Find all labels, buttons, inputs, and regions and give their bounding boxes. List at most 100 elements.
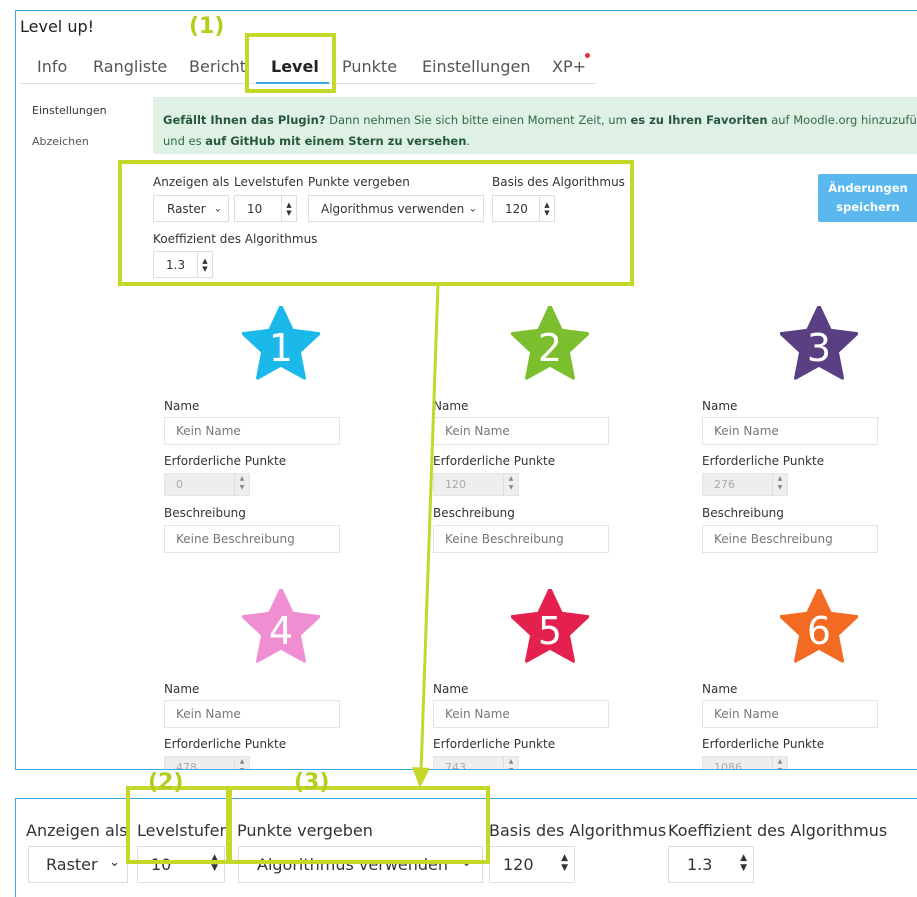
level-desc-input[interactable]: Keine Beschreibung <box>164 525 340 553</box>
stepper-arrows-icon[interactable]: ▲ ▼ <box>740 853 747 873</box>
level-desc-label: Beschreibung <box>702 506 784 520</box>
banner-bold-1: Gefällt Ihnen das Plugin? <box>163 113 326 127</box>
favorite-banner: Gefällt Ihnen das Plugin? Dann nehmen Si… <box>153 97 917 154</box>
level-points-label: Erforderliche Punkte <box>433 737 556 751</box>
zoom-algorithm-coef-stepper[interactable]: 1.3 ▲ ▼ <box>668 846 754 883</box>
level-points-value: 120 <box>445 478 466 491</box>
zoom-display-as-label: Anzeigen als <box>26 821 128 840</box>
zoom-algorithm-coef-label: Koeffizient des Algorithmus <box>668 821 888 840</box>
plugin-screenshot: Level up! Info Rangliste Bericht Level P… <box>15 10 917 770</box>
save-button-line1: Änderungen <box>828 181 908 195</box>
zoom-algorithm-base-value: 120 <box>503 855 534 874</box>
level-card: 6 Name Kein Name Erforderliche Punkte 10… <box>702 589 882 770</box>
tab-einstellungen[interactable]: Einstellungen <box>422 57 530 76</box>
level-name-label: Name <box>164 682 200 696</box>
level-points-value: 276 <box>714 478 735 491</box>
level-name-input[interactable]: Kein Name <box>702 417 878 445</box>
level-star-badge-icon: 6 <box>780 589 858 663</box>
level-points-value: 478 <box>176 761 197 770</box>
tab-bericht[interactable]: Bericht <box>189 57 246 76</box>
level-name-label: Name <box>164 399 200 413</box>
level-star-badge-icon: 4 <box>242 589 320 663</box>
level-desc-label: Beschreibung <box>164 506 246 520</box>
level-points-input: 0 ▲ ▼ <box>164 473 250 496</box>
level-card: 1 Name Kein Name Erforderliche Punkte 0 … <box>164 306 344 566</box>
level-card: 4 Name Kein Name Erforderliche Punkte 47… <box>164 589 344 770</box>
level-name-input[interactable]: Kein Name <box>433 417 609 445</box>
level-number: 6 <box>807 609 831 653</box>
level-name-label: Name <box>702 399 738 413</box>
zoom-algorithm-coef-value: 1.3 <box>687 855 713 874</box>
highlight-points-mode-field <box>228 786 490 864</box>
highlight-settings <box>118 160 634 286</box>
level-number: 3 <box>807 326 831 370</box>
level-star-badge-icon: 3 <box>780 306 858 380</box>
tab-punkte[interactable]: Punkte <box>342 57 397 76</box>
banner-link-github[interactable]: auf GitHub mit einem Stern zu versehen <box>205 134 466 148</box>
tab-info[interactable]: Info <box>37 57 67 76</box>
level-name-input[interactable]: Kein Name <box>702 700 878 728</box>
level-card: 3 Name Kein Name Erforderliche Punkte 27… <box>702 306 882 566</box>
save-changes-button[interactable]: Änderungen speichern <box>818 174 917 222</box>
zoom-algorithm-base-label: Basis des Algorithmus <box>489 821 667 840</box>
level-star-badge-icon: 2 <box>511 306 589 380</box>
sidebar-item-abzeichen[interactable]: Abzeichen <box>32 135 89 148</box>
level-points-input: 743 ▲▼ <box>433 756 519 770</box>
stepper-arrows-icon: ▲▼ <box>503 757 518 769</box>
tab-xp-plus[interactable]: XP+ <box>552 57 586 76</box>
banner-text-2: auf Moodle.org hinzuzufügen <box>771 113 917 127</box>
banner-text-1: Dann nehmen Sie sich bitte einen Moment … <box>325 113 631 127</box>
app-title: Level up! <box>20 17 95 36</box>
zoom-display-as-value: Raster <box>46 855 98 874</box>
highlight-levels-field <box>126 786 230 864</box>
level-star-badge-icon: 1 <box>242 306 320 380</box>
level-points-label: Erforderliche Punkte <box>702 454 825 468</box>
banner-text-4: . <box>466 134 471 148</box>
stepper-arrows-icon: ▲▼ <box>234 474 249 495</box>
level-name-input[interactable]: Kein Name <box>164 417 340 445</box>
level-number: 4 <box>269 609 293 653</box>
zoom-algorithm-base-stepper[interactable]: 120 ▲ ▼ <box>489 846 575 883</box>
level-points-input: 1086 ▲▼ <box>702 756 788 770</box>
level-points-value: 1086 <box>714 761 742 770</box>
level-star-badge-icon: 5 <box>511 589 589 663</box>
level-points-input: 478 ▲▼ <box>164 756 250 770</box>
level-points-value: 0 <box>176 478 183 491</box>
annotation-1: (1) <box>189 14 225 39</box>
level-desc-input[interactable]: Keine Beschreibung <box>702 525 878 553</box>
level-name-label: Name <box>702 682 738 696</box>
level-points-label: Erforderliche Punkte <box>164 737 287 751</box>
level-points-input: 120 ▲ ▼ <box>433 473 519 496</box>
level-name-input[interactable]: Kein Name <box>164 700 340 728</box>
zoom-display-as-select[interactable]: Raster ⌄ <box>28 846 128 883</box>
banner-text-3: und es <box>163 134 206 148</box>
chevron-down-icon: ⌄ <box>109 855 120 870</box>
level-points-input: 276 ▲ ▼ <box>702 473 788 496</box>
level-number: 1 <box>269 326 293 370</box>
level-card: 5 Name Kein Name Erforderliche Punkte 74… <box>433 589 613 770</box>
annotation-3: (3) <box>294 770 330 795</box>
level-desc-input[interactable]: Keine Beschreibung <box>433 525 609 553</box>
arrow-down-icon <box>412 283 440 788</box>
stepper-arrows-icon: ▲▼ <box>503 474 518 495</box>
tab-rangliste[interactable]: Rangliste <box>93 57 167 76</box>
stepper-arrows-icon: ▲▼ <box>234 757 249 769</box>
banner-link-favorites[interactable]: es zu Ihren Favoriten <box>630 113 767 127</box>
stepper-arrows-icon[interactable]: ▲ ▼ <box>561 853 568 873</box>
annotation-2: (2) <box>148 770 184 795</box>
highlight-level-tab <box>245 33 336 93</box>
level-points-label: Erforderliche Punkte <box>433 454 556 468</box>
level-number: 5 <box>538 609 562 653</box>
level-points-value: 743 <box>445 761 466 770</box>
level-desc-label: Beschreibung <box>433 506 515 520</box>
level-name-input[interactable]: Kein Name <box>433 700 609 728</box>
level-number: 2 <box>538 326 562 370</box>
save-button-line2: speichern <box>836 200 900 214</box>
notification-dot <box>585 53 590 58</box>
stepper-arrows-icon: ▲▼ <box>772 757 787 769</box>
level-card: 2 Name Kein Name Erforderliche Punkte 12… <box>433 306 613 566</box>
level-points-label: Erforderliche Punkte <box>164 454 287 468</box>
level-points-label: Erforderliche Punkte <box>702 737 825 751</box>
sidebar-item-einstellungen[interactable]: Einstellungen <box>32 104 107 117</box>
stepper-arrows-icon: ▲▼ <box>772 474 787 495</box>
